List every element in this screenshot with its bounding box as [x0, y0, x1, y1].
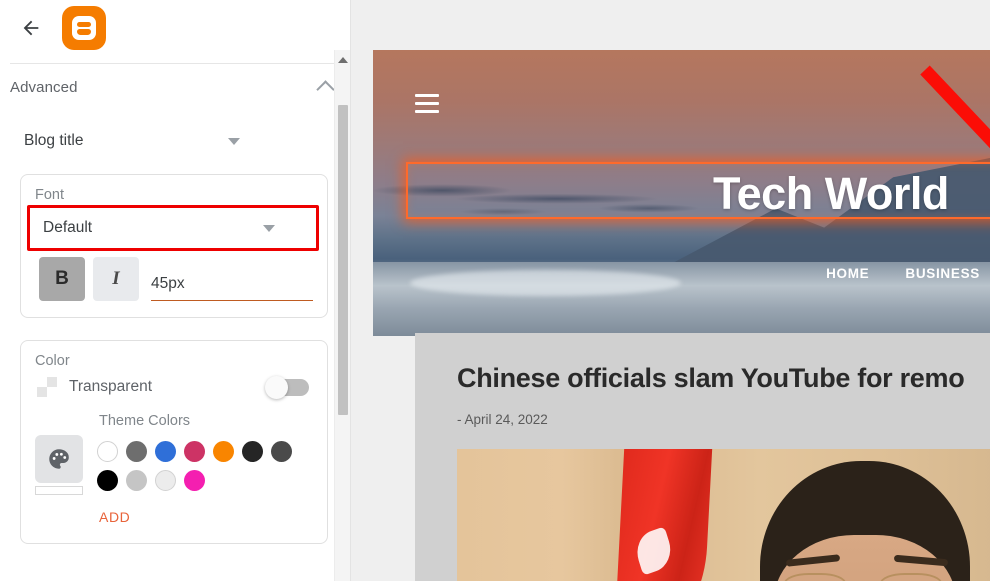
person-photo [760, 461, 971, 581]
color-swatch-gray[interactable] [126, 441, 147, 462]
font-family-caret-down-icon[interactable] [263, 224, 275, 232]
font-card: Font Default B I 45px [20, 174, 328, 318]
color-swatch-near-black[interactable] [242, 441, 263, 462]
post-title[interactable]: Chinese officials slam YouTube for remo [457, 363, 990, 394]
settings-sidebar: Advanced Blog title Font Default B I 45p… [0, 0, 350, 581]
blog-preview-frame: Tech World HOME BUSINESS Chinese officia… [373, 50, 990, 581]
color-palette-icon[interactable] [35, 435, 83, 483]
color-swatch-magenta[interactable] [184, 470, 205, 491]
font-card-label: Font [35, 187, 65, 203]
scrollbar-thumb[interactable] [338, 105, 348, 415]
font-family-select-wrap: Default [27, 205, 319, 251]
advanced-section-title: Advanced [10, 78, 78, 96]
back-arrow-icon[interactable] [14, 11, 48, 45]
italic-toggle-button[interactable]: I [93, 257, 139, 301]
nav-item-home[interactable]: HOME [826, 266, 869, 281]
color-swatch-light-gray[interactable] [126, 470, 147, 491]
color-card: Color Transparent Theme Colors ADD [20, 340, 328, 544]
chevron-up-icon[interactable] [316, 79, 335, 99]
font-style-controls: B I 45px [35, 257, 313, 301]
blog-post-card: Chinese officials slam YouTube for remo … [415, 333, 990, 581]
color-card-label: Color [35, 353, 70, 369]
add-color-button[interactable]: ADD [99, 509, 130, 525]
blog-title-text: Tech World [713, 168, 949, 219]
toggle-knob [265, 375, 288, 399]
color-swatches-area [35, 435, 313, 495]
color-swatch-black[interactable] [97, 470, 118, 491]
blog-preview-pane: Tech World HOME BUSINESS Chinese officia… [350, 0, 990, 581]
theme-colors-label: Theme Colors [99, 413, 191, 429]
blog-nav: HOME BUSINESS [826, 266, 980, 281]
color-swatch-dark-gray[interactable] [271, 441, 292, 462]
advanced-section-header[interactable]: Advanced [0, 64, 350, 110]
sidebar-topbar [0, 0, 350, 56]
color-swatch-lighter-gray[interactable] [155, 470, 176, 491]
color-swatch-white[interactable] [97, 441, 118, 462]
transparent-checker-icon [37, 377, 57, 397]
element-select-label: Blog title [24, 132, 84, 149]
post-date: - April 24, 2022 [457, 412, 548, 427]
post-image [457, 449, 990, 581]
scroll-up-arrow[interactable] [337, 57, 348, 63]
bold-toggle-button[interactable]: B [39, 257, 85, 301]
transparent-toggle-switch[interactable] [265, 375, 309, 399]
blogger-logo-glyph [72, 16, 96, 40]
font-size-input[interactable]: 45px [151, 275, 313, 301]
sidebar-scrollbar[interactable] [334, 50, 350, 581]
transparent-row: Transparent [35, 375, 313, 399]
color-swatch-blue[interactable] [155, 441, 176, 462]
blogger-theme-editor: Advanced Blog title Font Default B I 45p… [0, 0, 990, 581]
palette-picker [35, 435, 83, 495]
blogger-logo[interactable] [62, 6, 106, 50]
hamburger-menu-icon[interactable] [415, 94, 439, 118]
transparent-label: Transparent [69, 378, 152, 395]
blog-hero-header: Tech World HOME BUSINESS [373, 50, 990, 336]
current-color-indicator [35, 486, 83, 495]
color-swatch-crimson[interactable] [184, 441, 205, 462]
font-size-value: 45px [151, 275, 185, 292]
nav-item-business[interactable]: BUSINESS [905, 266, 980, 281]
element-select[interactable]: Blog title [24, 124, 336, 158]
color-swatch-orange[interactable] [213, 441, 234, 462]
font-family-select[interactable]: Default [37, 211, 311, 245]
glasses [784, 573, 943, 581]
theme-color-swatches [97, 435, 313, 491]
caret-down-icon[interactable] [228, 137, 240, 145]
flag-graphic [615, 449, 713, 581]
font-family-value: Default [43, 219, 93, 236]
